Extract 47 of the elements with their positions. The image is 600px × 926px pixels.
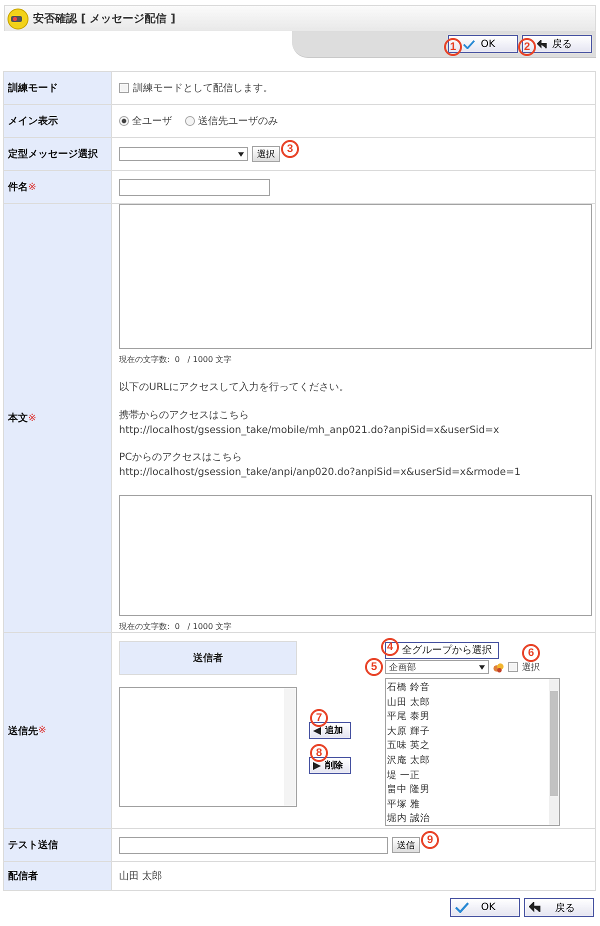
field-label: 送信先※ [4, 633, 112, 828]
number-marker: 7 [310, 709, 328, 727]
member-item[interactable]: 畠中 隆男 [387, 783, 548, 798]
body-text: PCからのアクセスはこちら [119, 451, 244, 464]
member-item[interactable]: 堀内 誠治 [387, 812, 548, 827]
radio-label: 送信先ユーザのみ [198, 114, 278, 128]
number-marker: 9 [421, 831, 439, 849]
number-marker: 3 [281, 140, 299, 158]
radio-label: 全ユーザ [132, 115, 172, 128]
field-label: 定型メッセージ選択 [4, 138, 112, 170]
checkbox-label: 訓練モードとして配信します。 [133, 82, 273, 95]
number-marker: 5 [365, 658, 383, 676]
body-text: http://localhost/gsession_take/anpi/anp020.do?anpiSid=x&userSid=x&rmode=1 [119, 467, 522, 478]
member-item[interactable]: 五味 英之 [387, 739, 548, 754]
field-label: 訓練モード [4, 72, 112, 104]
field-label: 本文※ [4, 204, 112, 632]
member-item[interactable]: 大原 輝子 [387, 724, 548, 740]
remove-button[interactable]: 削除 [309, 757, 351, 774]
number-marker: 1 [444, 38, 462, 56]
character-counter: 現在の文字数: 0 / 1000 文字 [119, 621, 233, 632]
sender-name: 山田 太郎 [119, 870, 162, 883]
group-dropdown[interactable]: 企画部 [385, 660, 489, 674]
number-marker: 4 [381, 638, 399, 656]
sender-header: 送信者 [119, 641, 297, 675]
member-item[interactable]: 沢庵 太郎 [387, 754, 548, 769]
member-item[interactable]: 堤 一正 [387, 768, 548, 784]
checkbox-label: 選択 [522, 662, 540, 674]
body-text: 以下のURLにアクセスして入力を行ってください。 [119, 380, 350, 394]
body-text: http://localhost/gsession_take/mobile/mh_anp021.do?anpiSid=x&userSid=x [119, 425, 500, 436]
number-marker: 6 [522, 644, 540, 662]
send-button[interactable]: 送信 [392, 837, 420, 853]
page-title: 安否確認 [ メッセージ配信 ] [33, 11, 176, 26]
add-button[interactable]: 追加 [309, 722, 351, 739]
field-label: 配信者 [4, 862, 112, 890]
field-label: 件名※ [4, 171, 112, 203]
field-label: テスト送信 [4, 829, 112, 861]
footer-button[interactable]: OK [450, 898, 520, 917]
select-button[interactable]: 選択 [252, 146, 280, 162]
character-counter: 現在の文字数: 0 / 1000 文字 [119, 354, 233, 365]
member-item[interactable]: 山田 太郎 [387, 696, 548, 710]
number-marker: 2 [518, 38, 536, 56]
footer-button[interactable]: 戻る [524, 898, 594, 917]
member-item[interactable]: 石橋 鈴音 [387, 681, 548, 696]
body-text: 携帯からのアクセスはこちら [119, 408, 250, 422]
field-label: メイン表示 [4, 105, 112, 137]
member-item[interactable]: 平塚 雅 [387, 798, 548, 812]
member-item[interactable]: 平尾 泰男 [387, 710, 548, 725]
